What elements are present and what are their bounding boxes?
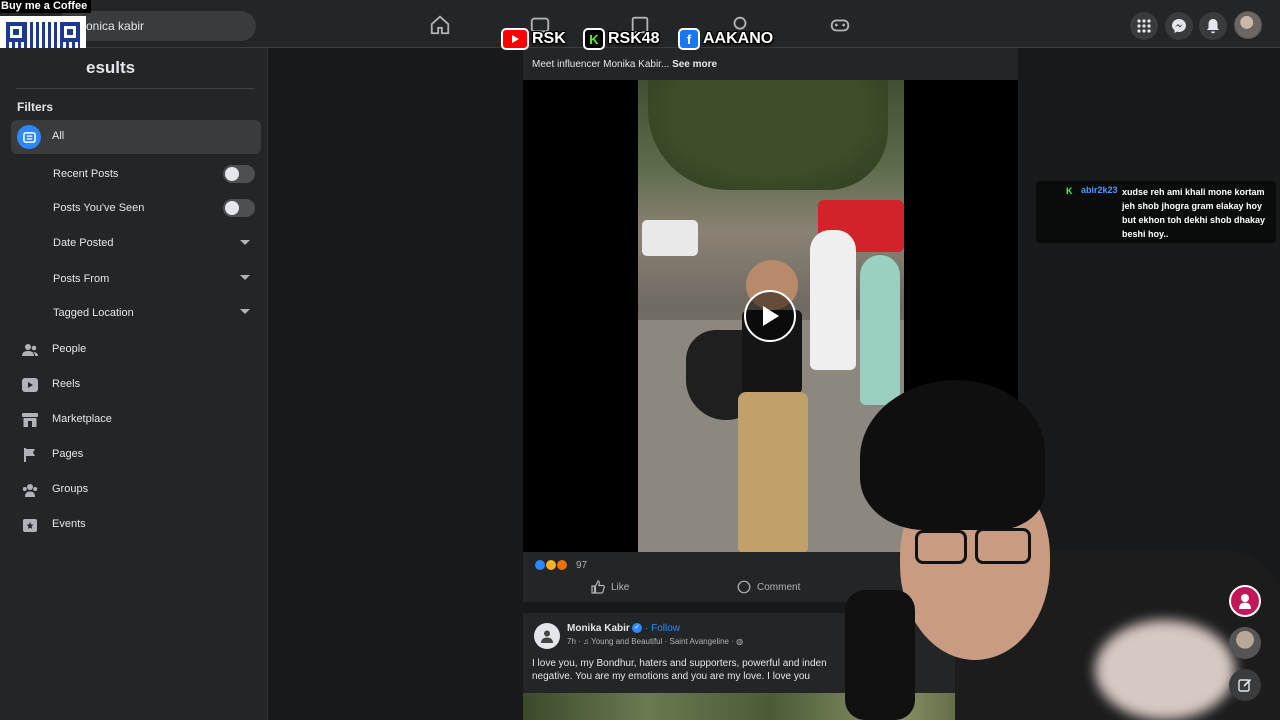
- category-marketplace[interactable]: Marketplace: [16, 408, 256, 432]
- posts-from-dropdown[interactable]: Posts From: [53, 273, 109, 285]
- gaming-icon[interactable]: [829, 14, 851, 36]
- chat-text: xudse reh ami khali mone kortam jeh shob…: [1122, 187, 1266, 239]
- thumbs-up-icon: [591, 580, 605, 594]
- like-button[interactable]: Like: [591, 580, 629, 594]
- category-marketplace-label: Marketplace: [52, 413, 112, 425]
- youtube-badge: RSK: [501, 28, 566, 50]
- post-caption: Meet influencer Monika Kabir... See more: [532, 59, 717, 70]
- reaction-count[interactable]: 97: [576, 560, 587, 571]
- posts-seen-label: Posts You've Seen: [53, 202, 145, 214]
- messenger-icon[interactable]: [1165, 12, 1193, 40]
- user-icon: [541, 630, 553, 643]
- recent-posts-label: Recent Posts: [53, 168, 119, 180]
- category-people[interactable]: People: [16, 338, 256, 362]
- follow-label: Follow: [651, 623, 681, 634]
- category-pages[interactable]: Pages: [16, 443, 256, 467]
- facebook-handle: AAKANO: [703, 30, 774, 47]
- contact-avatar[interactable]: [1229, 627, 1261, 659]
- like-label: Like: [611, 581, 630, 593]
- facebook-badge: f AAKANO: [678, 28, 773, 50]
- category-pages-label: Pages: [52, 448, 84, 460]
- comment-button[interactable]: Comment: [737, 580, 800, 594]
- chevron-down-icon[interactable]: [240, 275, 250, 280]
- chevron-down-icon[interactable]: [240, 309, 250, 314]
- post-caption-text: Meet influencer Monika Kabir...: [532, 59, 670, 70]
- recent-posts-toggle[interactable]: [223, 165, 255, 183]
- webcam-overlay: [845, 380, 1280, 720]
- tagged-location-dropdown[interactable]: Tagged Location: [53, 307, 134, 319]
- category-events-label: Events: [52, 518, 86, 530]
- coffee-overlay-label: Buy me a Coffee: [0, 0, 92, 13]
- menu-grid-icon[interactable]: [1130, 12, 1158, 40]
- category-reels[interactable]: Reels: [16, 373, 256, 397]
- chevron-down-icon[interactable]: [240, 240, 250, 245]
- reels-icon: [20, 375, 40, 395]
- play-icon[interactable]: [744, 290, 796, 342]
- divider: [16, 88, 255, 89]
- category-events[interactable]: Events: [16, 513, 256, 537]
- youtube-icon: [501, 28, 529, 50]
- notifications-icon[interactable]: [1199, 12, 1227, 40]
- filter-all-label: All: [52, 130, 65, 142]
- youtube-handle: RSK: [532, 30, 566, 47]
- angry-reaction-icon: [556, 559, 568, 571]
- search-input[interactable]: onica kabir: [56, 11, 256, 41]
- kick-icon: K: [583, 28, 605, 50]
- chat-username: abir2k23: [1081, 185, 1118, 195]
- post-caption-bar: Meet influencer Monika Kabir... See more: [523, 48, 1018, 80]
- category-groups[interactable]: Groups: [16, 478, 256, 502]
- groups-icon: [20, 480, 40, 500]
- kick-handle: RSK48: [608, 30, 660, 47]
- post-text: I love you, my Bondhur, haters and suppo…: [532, 658, 827, 682]
- avatar[interactable]: [534, 623, 560, 649]
- feed-icon: [17, 125, 41, 149]
- contact-avatar[interactable]: [1229, 585, 1261, 617]
- events-icon: [20, 515, 40, 535]
- search-filters-sidebar: esults Filters All Recent Posts Posts Yo…: [0, 48, 268, 720]
- profile-avatar[interactable]: [1234, 11, 1262, 39]
- post-meta: 7h · ♫ Young and Beautiful · Saint Avang…: [567, 637, 744, 646]
- filter-all[interactable]: All: [11, 120, 261, 154]
- comment-label: Comment: [757, 581, 801, 593]
- marketplace-icon: [20, 410, 40, 430]
- category-groups-label: Groups: [52, 483, 89, 495]
- date-posted-dropdown[interactable]: Date Posted: [53, 237, 114, 249]
- posts-seen-toggle[interactable]: [223, 199, 255, 217]
- verified-badge-icon: ✓: [632, 623, 642, 633]
- facebook-icon: f: [678, 28, 700, 50]
- kick-badge: K RSK48: [583, 28, 660, 50]
- filters-heading: Filters: [17, 100, 54, 114]
- compose-icon[interactable]: [1229, 669, 1261, 701]
- category-reels-label: Reels: [52, 378, 81, 390]
- stream-chat-message: K abir2k23 xudse reh ami khali mone kort…: [1036, 181, 1276, 243]
- home-icon[interactable]: [429, 14, 451, 36]
- page-title: esults: [86, 58, 136, 77]
- flag-icon: [20, 445, 40, 465]
- post-author[interactable]: Monika Kabir: [567, 623, 630, 634]
- kick-icon: K: [1066, 186, 1073, 196]
- comment-icon: [737, 580, 751, 594]
- see-more-link[interactable]: See more: [672, 59, 717, 70]
- follow-link[interactable]: · Follow: [645, 623, 680, 634]
- category-people-label: People: [52, 343, 87, 355]
- people-icon: [20, 340, 40, 360]
